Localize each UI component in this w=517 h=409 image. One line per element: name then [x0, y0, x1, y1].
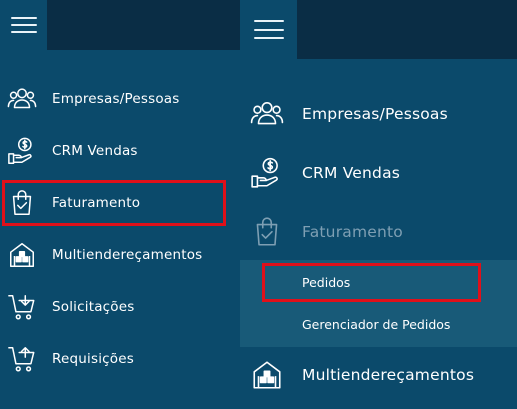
people-icon: [250, 97, 284, 131]
shopping-bag-check-icon: [7, 188, 37, 218]
submenu-item-label: Gerenciador de Pedidos: [302, 316, 451, 332]
cart-download-icon: [7, 292, 37, 322]
menu-item-label: CRM Vendas: [302, 164, 401, 182]
faturamento-submenu: Pedidos Gerenciador de Pedidos: [240, 260, 517, 347]
menu-item-label: Empresas/Pessoas: [52, 91, 180, 107]
menu-item-requisicoes[interactable]: Requisições: [0, 339, 240, 379]
submenu-item-pedidos[interactable]: Pedidos: [240, 268, 517, 296]
menu-item-label: Multiendereçamentos: [302, 366, 475, 384]
sidebar-menu-collapsed-state: Empresas/Pessoas CRM Vendas Faturamento …: [0, 0, 240, 409]
menu-item-label: CRM Vendas: [52, 143, 138, 159]
menu-item-label: Faturamento: [302, 223, 403, 241]
menu-item-empresas-pessoas[interactable]: Empresas/Pessoas: [0, 79, 240, 119]
people-icon: [7, 84, 37, 114]
hamburger-icon: [253, 20, 284, 39]
menu-item-faturamento[interactable]: Faturamento: [240, 210, 517, 254]
warehouse-icon: [250, 358, 284, 392]
menu-item-multienderecamentos[interactable]: Multiendereçamentos: [240, 353, 517, 397]
menu-item-faturamento[interactable]: Faturamento: [0, 183, 240, 223]
hamburger-icon: [10, 17, 37, 33]
menu-item-crm-vendas[interactable]: CRM Vendas: [0, 131, 240, 171]
menu-item-label: Solicitações: [52, 299, 135, 315]
menu-item-label: Faturamento: [52, 195, 141, 211]
menu-item-empresas-pessoas[interactable]: Empresas/Pessoas: [240, 92, 517, 136]
menu-item-label: Empresas/Pessoas: [302, 105, 448, 123]
menu-toggle-button[interactable]: [240, 0, 297, 59]
top-bar-fill: [297, 0, 517, 59]
menu-item-label: Requisições: [52, 351, 134, 367]
top-bar: [240, 0, 517, 59]
top-bar: [0, 0, 240, 50]
menu-item-multienderecamentos[interactable]: Multiendereçamentos: [0, 235, 240, 275]
sidebar-menu-expanded-state: Empresas/Pessoas CRM Vendas Faturamento …: [240, 0, 517, 409]
warehouse-icon: [7, 240, 37, 270]
cart-upload-icon: [7, 344, 37, 374]
menu-item-crm-vendas[interactable]: CRM Vendas: [240, 151, 517, 195]
top-bar-fill: [47, 0, 240, 50]
shopping-bag-check-icon: [250, 215, 284, 249]
menu-toggle-button[interactable]: [0, 0, 47, 50]
submenu-item-label: Pedidos: [302, 274, 351, 290]
money-hand-icon: [250, 156, 284, 190]
money-hand-icon: [7, 136, 37, 166]
menu-item-label: Multiendereçamentos: [52, 247, 203, 263]
submenu-item-gerenciador-de-pedidos[interactable]: Gerenciador de Pedidos: [240, 310, 517, 338]
menu-item-solicitacoes[interactable]: Solicitações: [0, 287, 240, 327]
